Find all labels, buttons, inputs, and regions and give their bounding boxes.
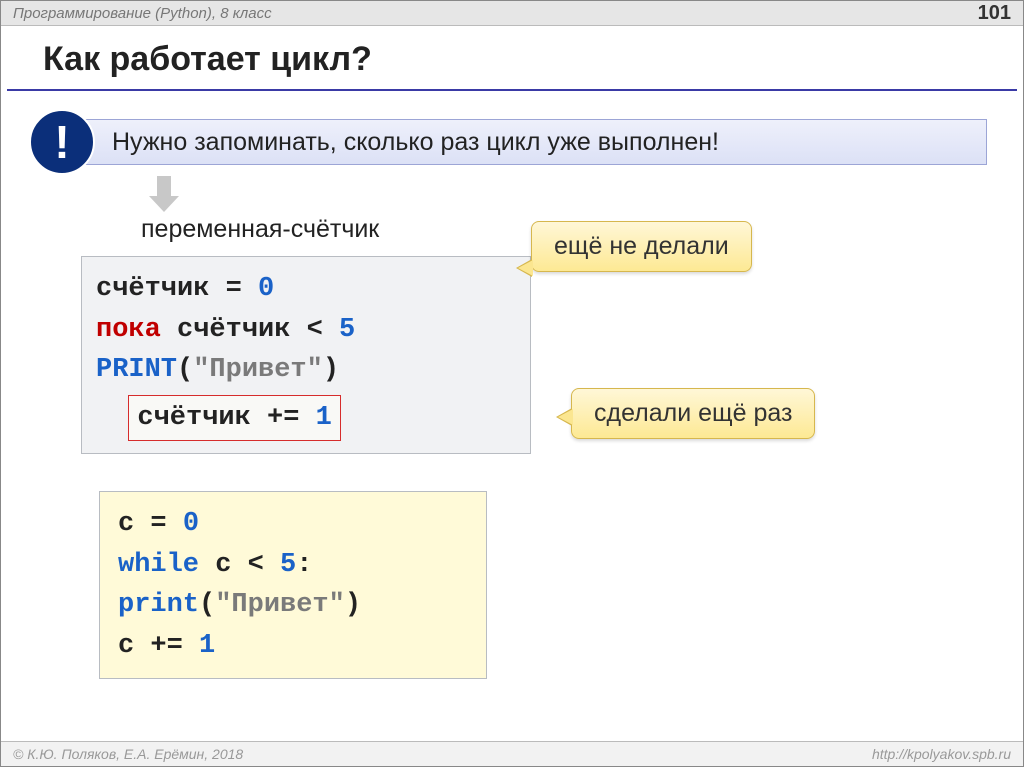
pseudocode-line-2: пока счётчик < 5 xyxy=(96,310,516,351)
py-line-1: c = 0 xyxy=(118,504,468,545)
py-line-4: c += 1 xyxy=(118,626,468,667)
footer-bar: © К.Ю. Поляков, Е.А. Ерёмин, 2018 http:/… xyxy=(1,741,1023,766)
callout-done-again: сделали ещё раз xyxy=(571,388,815,439)
header-bar: Программирование (Python), 8 класс 101 xyxy=(1,1,1023,26)
pseudocode-box: счётчик = 0 пока счётчик < 5 PRINT("Прив… xyxy=(81,256,531,454)
page-number: 101 xyxy=(978,2,1011,25)
py-line-2: while c < 5: xyxy=(118,545,468,586)
increment-highlight: счётчик += 1 xyxy=(128,395,340,442)
pseudocode-line-1: счётчик = 0 xyxy=(96,269,516,310)
pseudocode-line-4: счётчик += 1 xyxy=(96,391,516,442)
exclamation-icon: ! xyxy=(29,109,95,175)
footer-url: http://kpolyakov.spb.ru xyxy=(872,746,1011,762)
slide: Программирование (Python), 8 класс 101 К… xyxy=(0,0,1024,767)
callout-not-done-yet: ещё не делали xyxy=(531,221,752,272)
subject-label: Программирование (Python), 8 класс xyxy=(13,5,272,22)
py-line-3: print("Привет") xyxy=(118,585,468,626)
slide-title: Как работает цикл? xyxy=(7,26,1017,91)
arrow-down-icon xyxy=(149,176,179,212)
footer-authors: © К.Ю. Поляков, Е.А. Ерёмин, 2018 xyxy=(13,746,243,762)
python-code-box: c = 0 while c < 5: print("Привет") c += … xyxy=(99,491,487,679)
important-note: ! Нужно запоминать, сколько раз цикл уже… xyxy=(29,109,987,175)
pseudocode-line-3: PRINT("Привет") xyxy=(96,350,516,391)
important-text: Нужно запоминать, сколько раз цикл уже в… xyxy=(73,119,987,165)
counter-variable-label: переменная-счётчик xyxy=(141,215,379,244)
